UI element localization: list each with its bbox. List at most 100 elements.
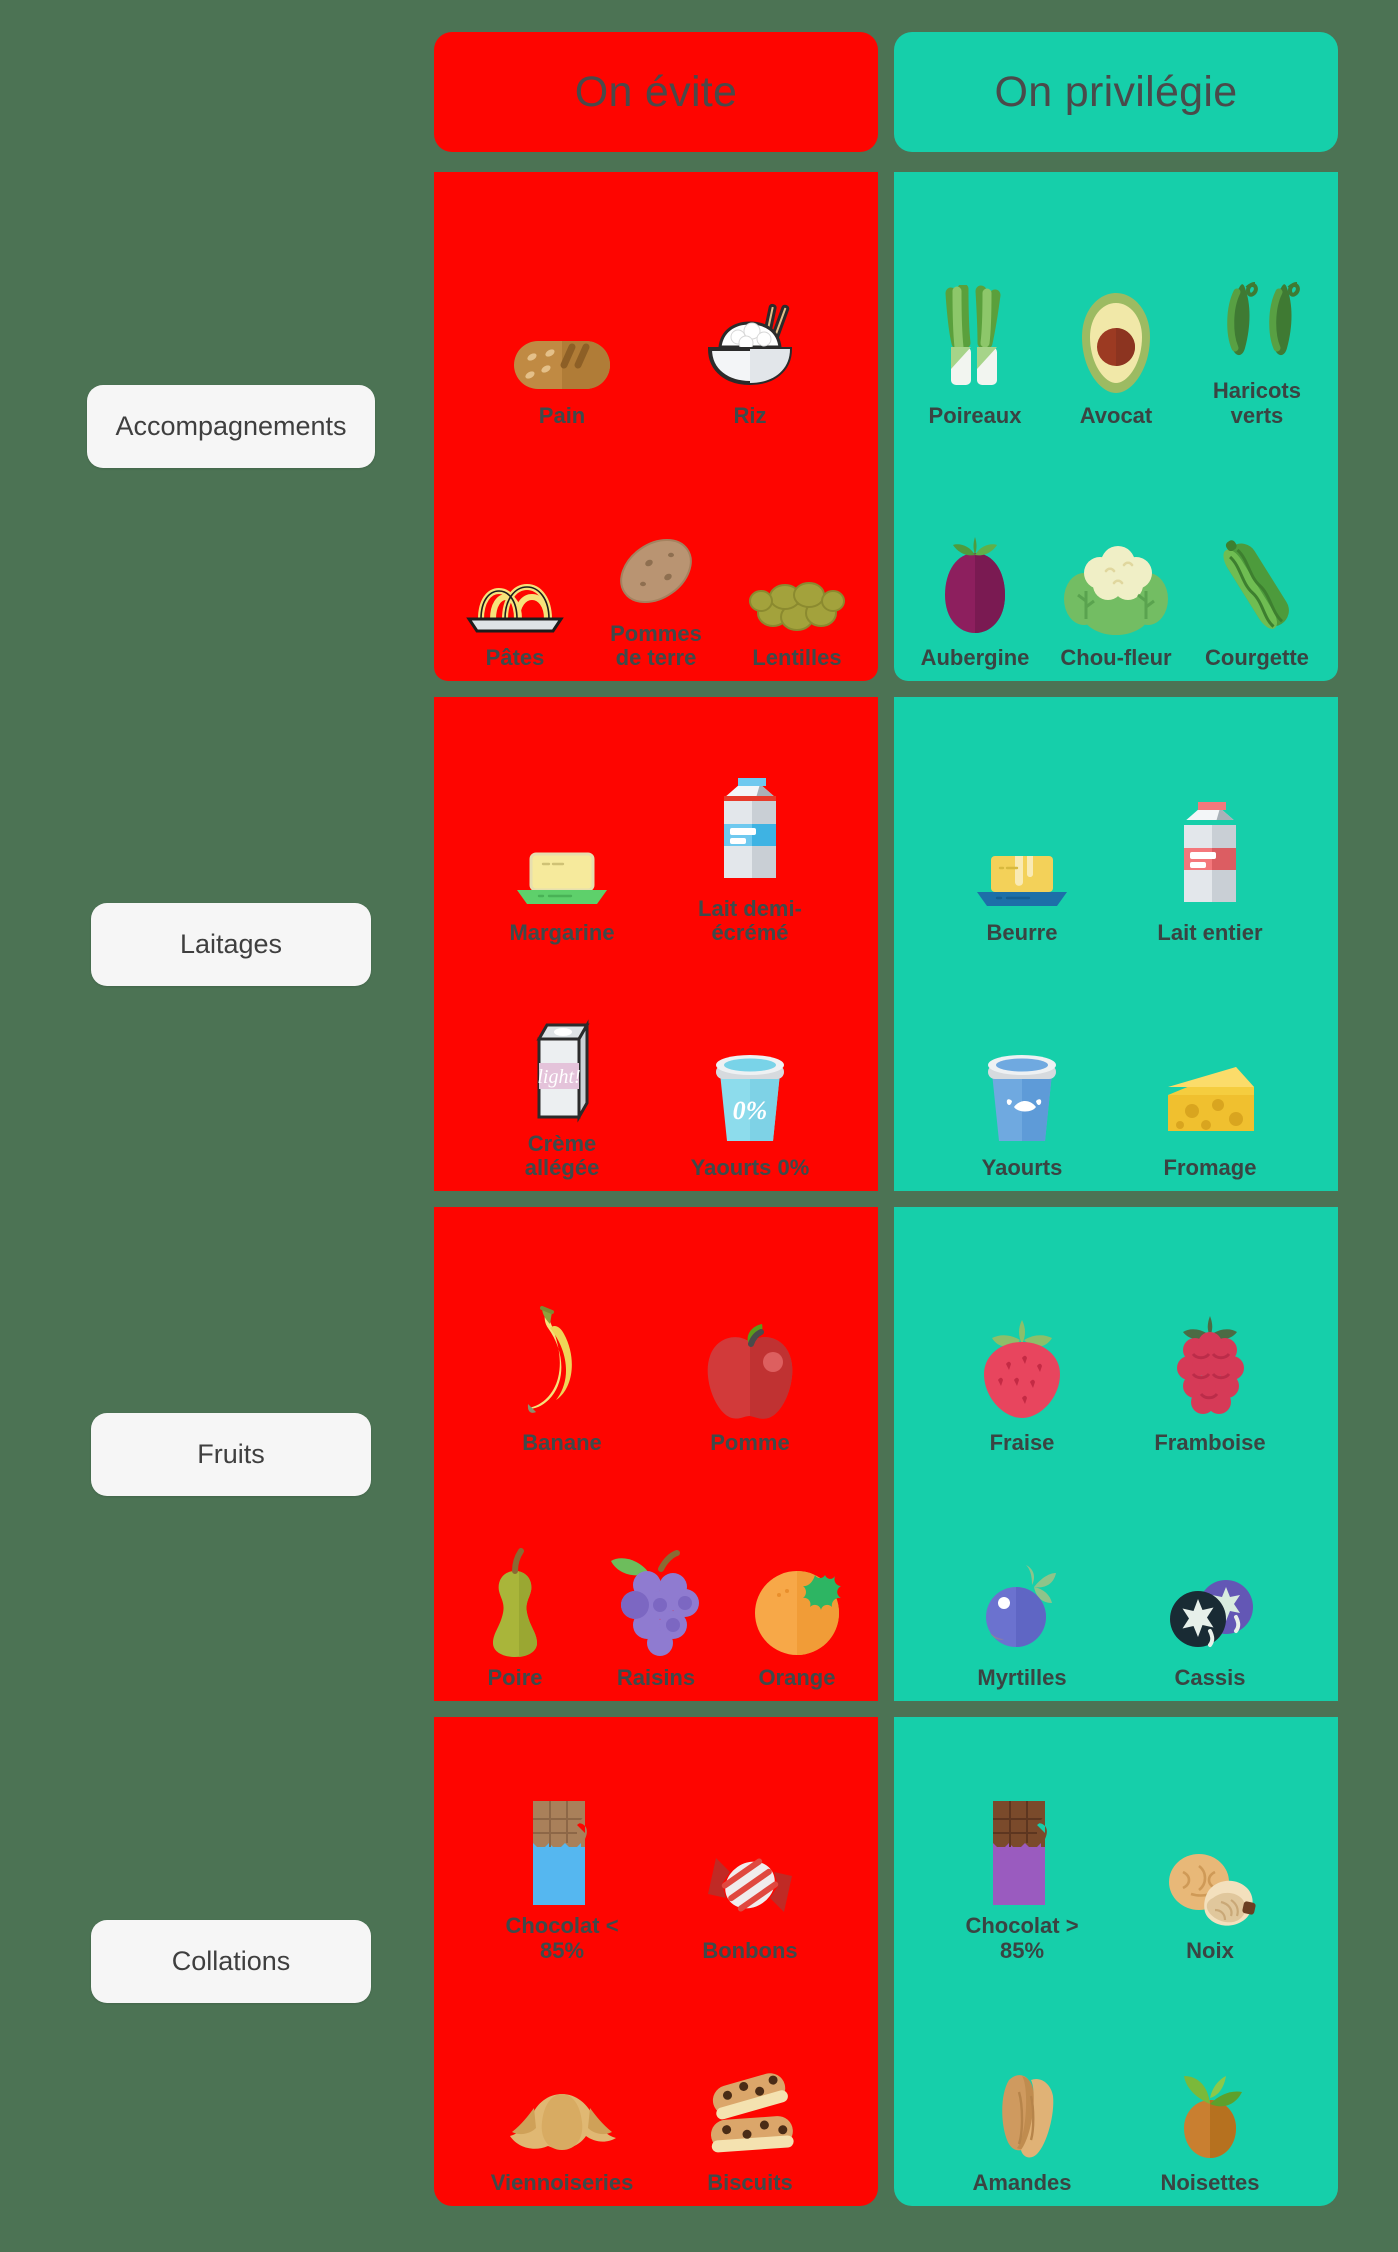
item-label: Chou-fleur [1060,645,1172,671]
item-courgette: Courgette [1187,529,1327,671]
yogurt-tub-zero-icon: 0% [704,1039,796,1147]
panel-prefer-collations: Chocolat > 85% Noix Amandes Noisettes [894,1717,1338,2206]
item-label: Viennoiseries [490,2170,634,2196]
item-row: Poire Raisins Orange [444,1456,868,1691]
milk-carton-blue-icon [712,777,788,888]
item-row: light! Crème allégée 0% Yaourts 0% [444,946,868,1181]
item-label: Raisins [616,1665,696,1691]
item-chocolat-85: Chocolat > 85% [952,1797,1092,1963]
panel-prefer-accompagnements: Poireaux Avocat Haricots verts Aubergine Cho… [894,172,1338,681]
row-label-accompagnements: Accompagnements [87,385,375,468]
item-label: Lait demi-écrémé [698,895,802,946]
item-pommes-de-terre: Pommes de terre [586,505,726,671]
item-p-tes: Pâtes [445,529,585,671]
item-label: Pâtes [485,645,545,671]
bread-icon [510,287,614,395]
rice-bowl-icon [698,287,802,395]
item-pain: Pain [492,287,632,429]
cookies-icon [695,2054,805,2162]
item-label: Pommes de terre [610,620,702,671]
item-lait-demi-cr-m: Lait demi-écrémé [680,777,820,946]
almond-icon [979,2054,1065,2162]
item-label: Beurre [986,920,1058,946]
orange-icon [749,1549,845,1657]
raspberry-icon [1167,1314,1253,1422]
blueberry-icon [976,1549,1068,1657]
margarine-icon [507,804,617,912]
item-row: Margarine Lait demi-écrémé [444,711,868,946]
item-orange: Orange [727,1549,867,1691]
banana-icon [516,1306,608,1422]
butter-icon [967,804,1077,912]
item-label: Myrtilles [977,1665,1067,1691]
item-yaourts: Yaourts [952,1039,1092,1181]
infographic-root: On évite On privilégie Accompagnements Pain… [0,0,1398,2252]
item-row: Pâtes Pommes de terre Lentilles [444,429,868,672]
row-label-cell-fruits: Fruits [36,1199,426,1709]
item-label: Lentilles [752,645,842,671]
item-label: Pomme [710,1430,790,1456]
pear-icon [475,1548,555,1658]
item-label: Amandes [972,2170,1072,2196]
item-label: Poire [487,1665,543,1691]
item-label: Noix [1186,1937,1234,1963]
item-noix: Noix [1140,1822,1280,1964]
item-bonbons: Bonbons [680,1822,820,1964]
item-label: Fromage [1163,1155,1257,1181]
item-yaourts-0: 0% Yaourts 0% [680,1039,820,1181]
panel-avoid-fruits: Banane Pomme Poire Raisins Orange [434,1207,878,1701]
row-label-cell-collations: Collations [36,1709,426,2214]
item-framboise: Framboise [1140,1314,1280,1456]
item-row: Fraise Framboise [904,1221,1328,1456]
green-beans-icon [1205,262,1309,370]
item-row: Aubergine Chou-fleur Courgette [904,429,1328,672]
zucchini-icon [1211,529,1303,637]
item-myrtilles: Myrtilles [952,1549,1092,1691]
item-label: Haricots verts [1212,378,1301,428]
item-row: Chocolat > 85% Noix [904,1731,1328,1964]
item-label: Biscuits [707,2170,793,2196]
eggplant-icon [939,529,1011,637]
header-prefer: On privilégie [894,32,1338,152]
item-label: Courgette [1205,645,1309,671]
item-label: Framboise [1154,1430,1266,1456]
panel-avoid-laitages: Margarine Lait demi-écrémé light! Crème all… [434,697,878,1191]
cheese-icon [1158,1039,1262,1147]
milk-chocolate-bar-icon [513,1797,611,1906]
item-viennoiseries: Viennoiseries [490,2054,634,2196]
item-cassis: Cassis [1140,1549,1280,1691]
item-pomme: Pomme [680,1314,820,1456]
item-avocat: Avocat [1046,287,1186,429]
item-fraise: Fraise [952,1314,1092,1456]
milk-carton-red-icon [1172,802,1248,912]
light-cream-carton-icon: light! [527,1015,597,1123]
item-label: Pain [538,402,586,428]
panel-avoid-collations: Chocolat < 85% Bonbons Viennoiseries Biscui… [434,1717,878,2206]
row-label-cell-accompagnements: Accompagnements [36,164,426,689]
item-haricots-verts: Haricots verts [1187,262,1327,428]
avocado-icon [1076,287,1156,395]
candy-icon [700,1822,800,1930]
item-label: Crème allégée [524,1130,600,1181]
item-label: Margarine [509,920,615,946]
item-label: Aubergine [920,645,1030,671]
item-fromage: Fromage [1140,1039,1280,1181]
item-label: Chocolat < 85% [505,1913,619,1963]
apple-icon [701,1314,799,1422]
row-label-cell-laitages: Laitages [36,689,426,1199]
item-margarine: Margarine [492,804,632,946]
item-chocolat-85: Chocolat < 85% [492,1797,632,1963]
item-row: Chocolat < 85% Bonbons [444,1731,868,1964]
item-label: Banane [522,1430,602,1456]
item-label: Orange [758,1665,836,1691]
svg-text:light!: light! [537,1066,580,1088]
item-chou-fleur: Chou-fleur [1046,529,1186,671]
pasta-icon [461,529,569,637]
walnut-icon [1157,1822,1263,1930]
item-row: Pain Riz [444,186,868,429]
item-riz: Riz [680,287,820,429]
panel-avoid-accompagnements: Pain Riz Pâtes Pommes de terre Lentilles [434,172,878,681]
item-row: Banane Pomme [444,1221,868,1456]
item-row: Yaourts Fromage [904,946,1328,1181]
panel-prefer-fruits: Fraise Framboise Myrtilles Cassis [894,1207,1338,1701]
